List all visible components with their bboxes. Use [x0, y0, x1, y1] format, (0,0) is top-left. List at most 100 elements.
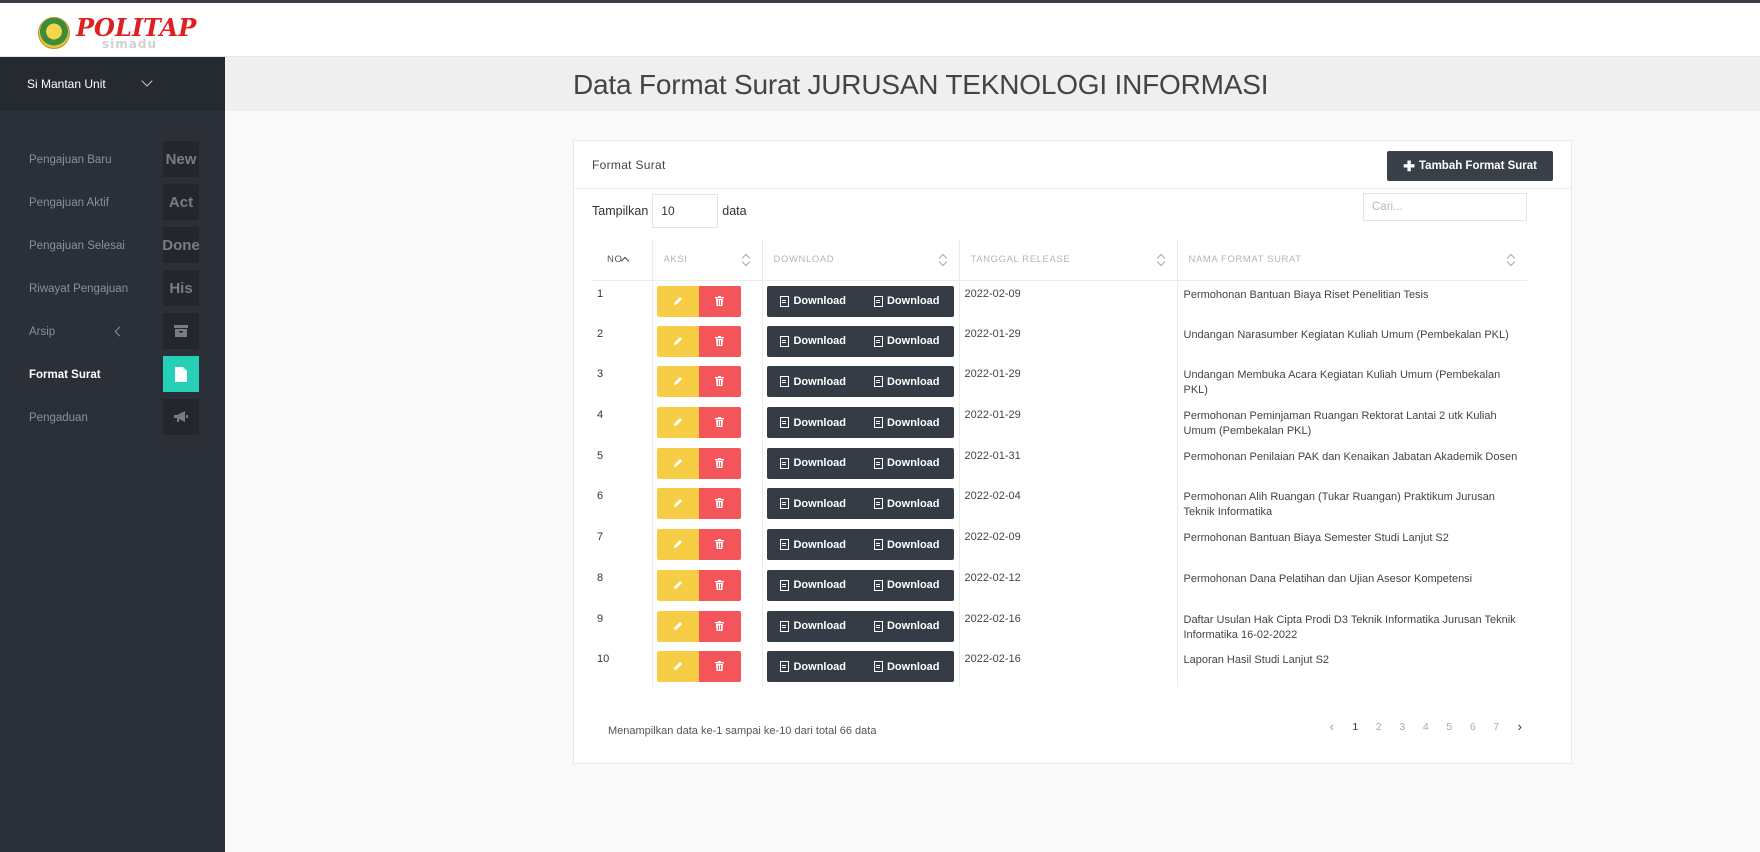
download-pdf-button[interactable]: Download	[860, 407, 954, 438]
edit-button[interactable]	[656, 285, 699, 317]
page-link[interactable]: 4	[1414, 721, 1438, 733]
sidebar-item-pengajuan-baru[interactable]: Pengajuan Baru New	[0, 138, 225, 181]
release-date: 2022-02-04	[958, 483, 1177, 525]
edit-button[interactable]	[656, 407, 699, 439]
column-header-tanggal-release[interactable]: TANGGAL RELEASE	[958, 240, 1177, 281]
column-header-nama-format-surat[interactable]: NAMA FORMAT SURAT	[1176, 240, 1527, 281]
download-pdf-button[interactable]: Download	[860, 326, 954, 357]
pagination: ‹ 1 2 3 4 5 6 7 ›	[1320, 719, 1532, 734]
search-input[interactable]	[1363, 193, 1527, 221]
delete-button[interactable]	[698, 651, 741, 683]
page-link[interactable]: 3	[1391, 721, 1415, 733]
file-word-icon	[780, 376, 790, 388]
download-pdf-button[interactable]: Download	[860, 366, 954, 397]
logo-sub-text: simadu	[102, 37, 157, 51]
chevron-left-icon	[114, 326, 125, 337]
download-word-button[interactable]: Download	[767, 651, 861, 682]
download-pdf-button[interactable]: Download	[860, 570, 954, 601]
download-pdf-button[interactable]: Download	[860, 488, 954, 519]
download-word-button[interactable]: Download	[767, 529, 861, 560]
download-word-button[interactable]: Download	[767, 326, 861, 357]
row-number: 1	[597, 287, 604, 300]
sidebar-item-format-surat[interactable]: Format Surat	[0, 353, 225, 396]
download-word-button[interactable]: Download	[767, 488, 861, 519]
edit-button[interactable]	[656, 447, 699, 479]
trash-icon	[715, 415, 724, 430]
sidebar-item-pengajuan-aktif[interactable]: Pengajuan Aktif Act	[0, 181, 225, 224]
trash-icon	[715, 537, 724, 552]
sidebar-item-label: Pengajuan Selesai	[29, 239, 125, 252]
column-header-download[interactable]: DOWNLOAD	[761, 240, 959, 281]
edit-button[interactable]	[656, 366, 699, 398]
row-downloads: Download Download	[761, 564, 959, 606]
page-link[interactable]: 6	[1461, 721, 1485, 733]
delete-button[interactable]	[698, 285, 741, 317]
file-word-icon	[780, 579, 790, 591]
table-row: 10 Download Download 2022-02-16 Laporan Hasi…	[592, 646, 1527, 687]
edit-button[interactable]	[656, 569, 699, 601]
format-name: Undangan Narasumber Kegiatan Kuliah Umum…	[1176, 320, 1527, 362]
download-pdf-button[interactable]: Download	[860, 651, 954, 682]
format-name: Permohonan Bantuan Biaya Riset Penelitia…	[1176, 280, 1527, 321]
table-row: 1 Download Download 2022-02-09 Permohonan Ba…	[592, 280, 1527, 321]
file-pdf-icon	[873, 498, 883, 510]
delete-button[interactable]	[698, 325, 741, 357]
row-actions	[651, 564, 762, 606]
sort-icon	[1507, 253, 1515, 267]
page-link[interactable]: 7	[1485, 721, 1509, 733]
row-downloads: Download Download	[761, 442, 959, 484]
edit-button[interactable]	[656, 529, 699, 561]
trash-icon	[715, 619, 724, 634]
delete-button[interactable]	[698, 407, 741, 439]
delete-button[interactable]	[698, 610, 741, 642]
page-link[interactable]: 5	[1438, 721, 1462, 733]
download-pdf-button[interactable]: Download	[860, 611, 954, 642]
pencil-icon	[673, 659, 683, 674]
sidebar-item-arsip[interactable]: Arsip	[0, 310, 225, 353]
table-row: 4 Download Download 2022-01-29 Permohonan Pe…	[592, 402, 1527, 443]
page-link[interactable]: 1	[1344, 721, 1368, 733]
sidebar-item-pengaduan[interactable]: Pengaduan	[0, 396, 225, 439]
page-length-input[interactable]	[652, 194, 719, 228]
download-pdf-button[interactable]: Download	[860, 448, 954, 479]
logo[interactable]: POLITAP simadu	[38, 13, 196, 53]
row-actions	[651, 320, 762, 362]
sidebar-item-label: Format Surat	[29, 368, 101, 381]
format-surat-table: NO AKSI DOWNLOAD TANGGAL RELEASE NAMA FO…	[592, 240, 1527, 687]
pagination-prev-icon[interactable]: ‹	[1320, 719, 1344, 734]
download-pdf-button[interactable]: Download	[860, 286, 954, 317]
download-word-button[interactable]: Download	[767, 286, 861, 317]
sidebar-item-pengajuan-selesai[interactable]: Pengajuan Selesai Done	[0, 224, 225, 267]
download-word-button[interactable]: Download	[767, 448, 861, 479]
release-date: 2022-01-29	[958, 402, 1177, 443]
release-date: 2022-01-31	[958, 442, 1177, 484]
download-word-button[interactable]: Download	[767, 570, 861, 601]
download-word-button[interactable]: Download	[767, 366, 861, 397]
add-format-surat-button[interactable]: ✚ Tambah Format Surat	[1387, 151, 1553, 181]
row-actions	[651, 402, 762, 443]
row-actions	[651, 280, 762, 321]
edit-button[interactable]	[656, 610, 699, 642]
delete-button[interactable]	[698, 569, 741, 601]
delete-button[interactable]	[698, 447, 741, 479]
page-link[interactable]: 2	[1367, 721, 1391, 733]
edit-button[interactable]	[656, 651, 699, 683]
download-word-button[interactable]: Download	[767, 407, 861, 438]
file-word-icon	[780, 539, 790, 551]
row-actions	[651, 442, 762, 484]
edit-button[interactable]	[656, 325, 699, 357]
download-pdf-button[interactable]: Download	[860, 529, 954, 560]
download-word-button[interactable]: Download	[767, 611, 861, 642]
column-header-no[interactable]: NO	[592, 240, 652, 281]
delete-button[interactable]	[698, 366, 741, 398]
history-badge: His	[163, 270, 199, 306]
delete-button[interactable]	[698, 488, 741, 520]
delete-button[interactable]	[698, 529, 741, 561]
panel-title: Format Surat	[592, 158, 666, 172]
edit-button[interactable]	[656, 488, 699, 520]
sidebar-item-riwayat-pengajuan[interactable]: Riwayat Pengajuan His	[0, 267, 225, 310]
column-header-aksi[interactable]: AKSI	[651, 240, 762, 281]
trash-icon	[715, 578, 724, 593]
unit-selector[interactable]: Si Mantan Unit	[0, 57, 225, 111]
pagination-next-icon[interactable]: ›	[1508, 719, 1532, 734]
